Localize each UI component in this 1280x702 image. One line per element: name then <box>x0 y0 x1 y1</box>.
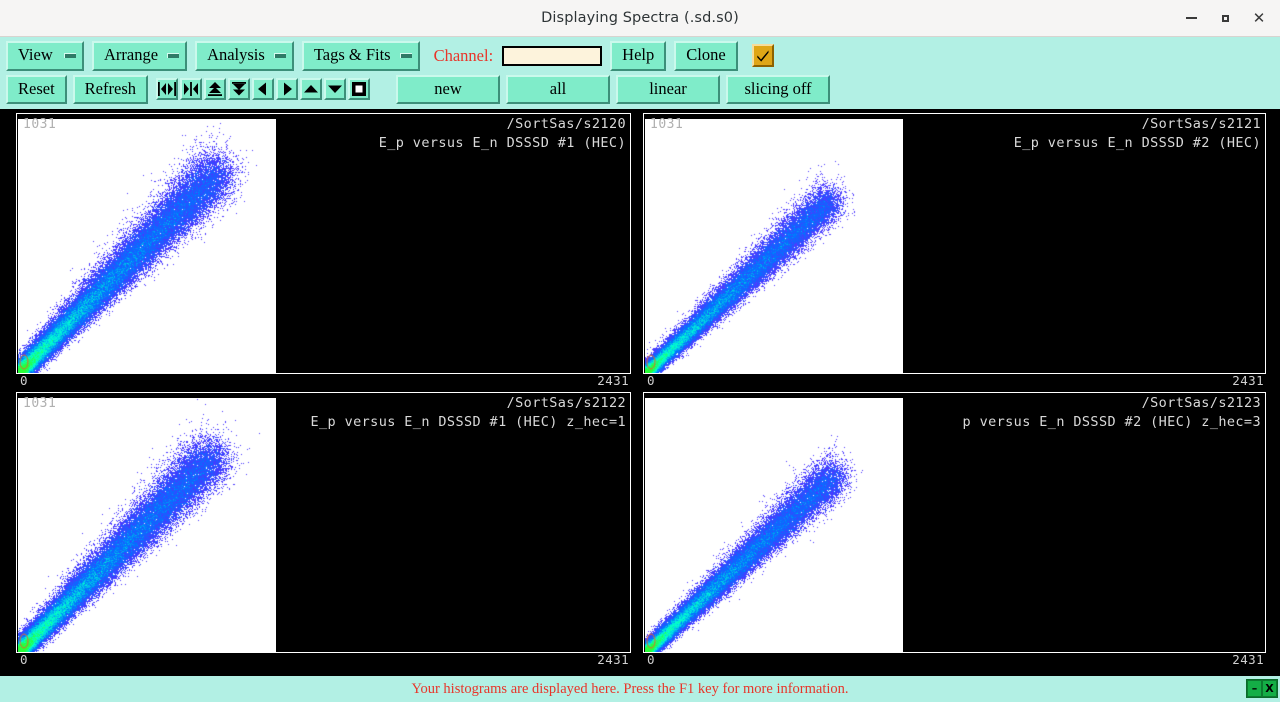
refresh-button[interactable]: Refresh <box>72 74 148 104</box>
axis-max-label: 2431 <box>597 373 629 388</box>
navigation-icon-group <box>156 78 370 101</box>
menu-indicator-icon <box>273 52 286 58</box>
reset-button[interactable]: Reset <box>6 74 67 104</box>
spectrum-axis: 0 2431 <box>643 652 1266 667</box>
axis-max-label: 2431 <box>597 652 629 667</box>
menu-indicator-icon <box>167 52 180 58</box>
menu-indicator-icon <box>399 52 412 58</box>
menu-indicator-icon <box>64 52 76 58</box>
spectrum-count-label: 1031 <box>23 396 57 411</box>
application-window: Displaying Spectra (.sd.s0) ✕ View Arran… <box>0 0 1280 702</box>
mode-linear-button[interactable]: linear <box>616 74 720 104</box>
arrow-up-icon[interactable] <box>300 78 322 101</box>
menu-tags-fits[interactable]: Tags & Fits <box>301 41 420 71</box>
expand-down-double-icon[interactable] <box>228 78 250 101</box>
status-minimize-button[interactable]: – <box>1247 680 1262 697</box>
spectrum-subtitle-label: p versus E_n DSSSD #2 (HEC) z_hec=3 <box>962 414 1261 430</box>
spectrum-panel-0[interactable]: 1031 /SortSas/s2120 E_p versus E_n DSSSD… <box>0 109 637 388</box>
arrow-left-icon[interactable] <box>252 78 274 101</box>
spectrum-panel-2[interactable]: 1031 /SortSas/s2122 E_p versus E_n DSSSD… <box>0 388 637 667</box>
spectrum-path-label: /SortSas/s2122 <box>506 395 626 411</box>
spectrum-path-label: /SortSas/s2120 <box>506 116 626 132</box>
menu-analysis[interactable]: Analysis <box>195 41 294 71</box>
menu-analysis-label: Analysis <box>207 45 265 64</box>
close-icon[interactable]: ✕ <box>1242 3 1276 33</box>
spectrum-subtitle-label: E_p versus E_n DSSSD #1 (HEC) z_hec=1 <box>310 414 626 430</box>
spectrum-canvas[interactable] <box>18 119 276 373</box>
axis-max-label: 2431 <box>1232 652 1264 667</box>
expand-horizontal-icon[interactable] <box>180 78 202 101</box>
spectrum-frame: /SortSas/s2123 p versus E_n DSSSD #2 (HE… <box>643 392 1266 653</box>
spectrum-subtitle-label: E_p versus E_n DSSSD #1 (HEC) <box>378 135 626 151</box>
spectrum-frame: 1031 /SortSas/s2122 E_p versus E_n DSSSD… <box>16 392 631 653</box>
arrow-right-icon[interactable] <box>276 78 298 101</box>
clone-button[interactable]: Clone <box>674 41 738 71</box>
spectrum-subtitle-label: E_p versus E_n DSSSD #2 (HEC) <box>1013 135 1261 151</box>
status-message: Your histograms are displayed here. Pres… <box>411 680 849 697</box>
menu-arrange[interactable]: Arrange <box>92 41 188 71</box>
spectrum-panel-3[interactable]: /SortSas/s2123 p versus E_n DSSSD #2 (HE… <box>637 388 1280 667</box>
axis-min-label: 0 <box>647 373 655 388</box>
expand-up-double-icon[interactable] <box>204 78 226 101</box>
mode-all-button[interactable]: all <box>506 74 610 104</box>
spectrum-count-label: 1031 <box>23 117 57 132</box>
axis-min-label: 0 <box>647 652 655 667</box>
arrow-down-icon[interactable] <box>324 78 346 101</box>
mode-new-button[interactable]: new <box>396 74 500 104</box>
spectrum-path-label: /SortSas/s2123 <box>1141 395 1261 411</box>
status-close-button[interactable]: X <box>1262 680 1277 697</box>
spectrum-frame: 1031 /SortSas/s2121 E_p versus E_n DSSSD… <box>643 113 1266 374</box>
check-icon <box>756 50 769 62</box>
menu-arrange-label: Arrange <box>104 45 159 64</box>
axis-min-label: 0 <box>20 652 28 667</box>
axis-max-label: 2431 <box>1232 373 1264 388</box>
channel-input[interactable] <box>502 45 603 66</box>
channel-label: Channel: <box>433 45 494 65</box>
menu-view-label: View <box>18 45 53 64</box>
spectrum-axis: 0 2431 <box>16 373 631 388</box>
title-bar: Displaying Spectra (.sd.s0) ✕ <box>0 0 1280 37</box>
axis-min-label: 0 <box>20 373 28 388</box>
spectrum-canvas[interactable] <box>645 119 903 373</box>
toolbar-row-menus: View Arrange Analysis Tags & Fits Channe… <box>0 37 1280 74</box>
collapse-horizontal-icon[interactable] <box>156 78 178 101</box>
checkmark-toggle-button[interactable] <box>751 44 774 68</box>
toolbar: View Arrange Analysis Tags & Fits Channe… <box>0 37 1280 109</box>
spectrum-count-label: 1031 <box>650 117 684 132</box>
menu-view[interactable]: View <box>6 41 84 71</box>
spectrum-frame: 1031 /SortSas/s2120 E_p versus E_n DSSSD… <box>16 113 631 374</box>
spectrum-canvas[interactable] <box>18 398 276 652</box>
spectrum-axis: 0 2431 <box>16 652 631 667</box>
toolbar-row-actions: Reset Refresh new all linear slicing off <box>0 73 1280 109</box>
spectrum-canvas[interactable] <box>645 398 903 652</box>
window-controls: ✕ <box>1174 0 1276 36</box>
stop-square-icon[interactable] <box>348 78 370 101</box>
spectrum-axis: 0 2431 <box>643 373 1266 388</box>
mode-slicing-button[interactable]: slicing off <box>726 74 830 104</box>
menu-tags-fits-label: Tags & Fits <box>313 45 391 64</box>
spectrum-panel-1[interactable]: 1031 /SortSas/s2121 E_p versus E_n DSSSD… <box>637 109 1280 388</box>
spectrum-path-label: /SortSas/s2121 <box>1141 116 1261 132</box>
help-button[interactable]: Help <box>610 41 667 71</box>
window-title: Displaying Spectra (.sd.s0) <box>541 10 739 26</box>
status-bar: Your histograms are displayed here. Pres… <box>0 676 1280 702</box>
status-window-controls: – X <box>1246 679 1278 698</box>
maximize-icon[interactable] <box>1208 3 1242 33</box>
minimize-icon[interactable] <box>1174 3 1208 33</box>
spectra-grid: 1031 /SortSas/s2120 E_p versus E_n DSSSD… <box>0 109 1280 667</box>
spectra-plot-area: 1031 /SortSas/s2120 E_p versus E_n DSSSD… <box>0 109 1280 679</box>
